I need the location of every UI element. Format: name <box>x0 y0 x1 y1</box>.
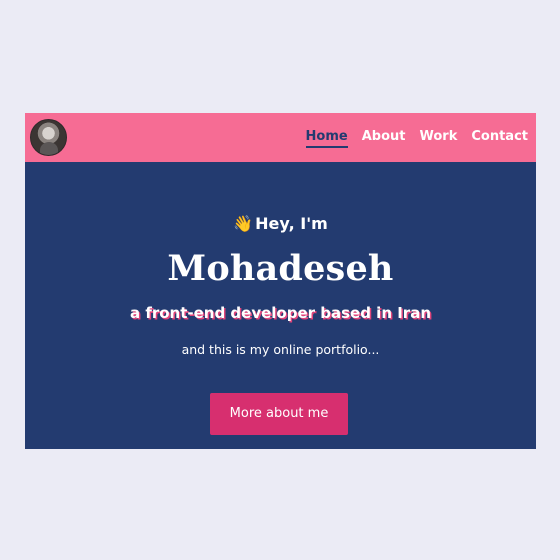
nav-home-link[interactable]: Home <box>305 130 348 148</box>
portfolio-subtitle: and this is my online portfolio... <box>181 342 380 357</box>
profile-name: Mohadeseh <box>167 248 394 289</box>
top-navigation: Home About Work Contact <box>25 113 536 162</box>
greeting-text: Hey, I'm <box>255 214 328 233</box>
role-tagline: a front-end developer based in Iran <box>129 304 432 322</box>
nav-about-link[interactable]: About <box>362 130 406 143</box>
portfolio-window: Home About Work Contact 👋 Hey, I'm Mohade… <box>25 113 536 449</box>
waving-hand-icon: 👋 <box>233 214 254 233</box>
nav-work-link[interactable]: Work <box>419 130 457 143</box>
nav-links: Home About Work Contact <box>292 113 528 162</box>
profile-avatar[interactable] <box>30 119 67 156</box>
greeting-heading: 👋 Hey, I'm <box>25 214 536 234</box>
hero-section: 👋 Hey, I'm Mohadeseh a front-end develope… <box>25 162 536 449</box>
nav-contact-link[interactable]: Contact <box>471 130 528 143</box>
more-about-me-button[interactable]: More about me <box>210 393 348 435</box>
